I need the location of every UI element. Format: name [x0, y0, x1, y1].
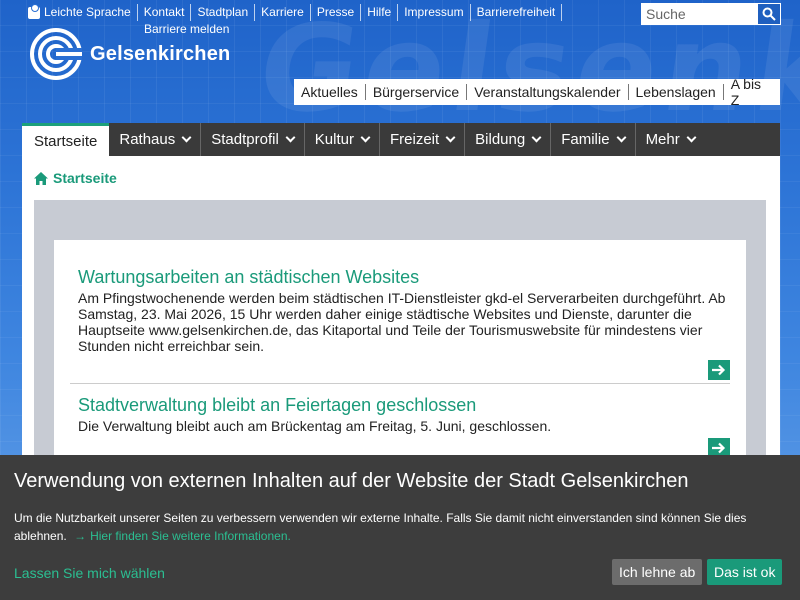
- service-nav: Aktuelles Bürgerservice Veranstaltungska…: [294, 76, 780, 108]
- tab-startseite[interactable]: Startseite: [22, 123, 110, 156]
- cookie-choose-link[interactable]: Lassen Sie mich wählen: [14, 565, 165, 581]
- news-text: Am Pfingstwochenende werden beim städtis…: [78, 290, 726, 354]
- tab-familie[interactable]: Familie: [551, 123, 636, 156]
- meta-link-leichte-sprache[interactable]: Leichte Sprache: [28, 3, 138, 21]
- tab-rathaus[interactable]: Rathaus: [109, 123, 202, 156]
- service-link-lebenslagen[interactable]: Lebenslagen: [629, 84, 724, 100]
- tab-bildung[interactable]: Bildung: [465, 123, 552, 156]
- chevron-down-icon: [686, 132, 697, 143]
- logo-text: Gelsenkirchen: [90, 42, 231, 65]
- search-input[interactable]: [642, 4, 758, 24]
- cookie-more-label: Hier finden Sie weitere Informationen.: [90, 529, 291, 543]
- main-nav: Startseite Rathaus Stadtprofil Kultur Fr…: [22, 123, 780, 156]
- tab-label: Mehr: [645, 131, 680, 148]
- meta-link-barrierefreiheit[interactable]: Barrierefreiheit: [471, 4, 563, 21]
- news-text: Die Verwaltung bleibt auch am Brückentag…: [78, 418, 552, 434]
- service-link-veranstaltungskalender[interactable]: Veranstaltungskalender: [467, 84, 629, 100]
- chevron-down-icon: [445, 132, 456, 143]
- cookie-title: Verwendung von externen Inhalten auf der…: [14, 470, 689, 492]
- chevron-down-icon: [285, 132, 296, 143]
- chevron-down-icon: [531, 132, 542, 143]
- breadcrumb-label: Startseite: [53, 170, 117, 186]
- search-icon: [762, 7, 776, 21]
- cookie-reject-button[interactable]: Ich lehne ab: [612, 559, 703, 585]
- tab-label: Stadtprofil: [211, 131, 279, 148]
- home-icon: [34, 171, 48, 185]
- news-title[interactable]: Stadtverwaltung bleibt an Feiertagen ges…: [78, 394, 734, 416]
- meta-link-kontakt[interactable]: Kontakt: [138, 4, 192, 21]
- news-divider: [70, 383, 730, 384]
- meta-link-karriere[interactable]: Karriere: [255, 4, 311, 21]
- tab-kultur[interactable]: Kultur: [305, 123, 380, 156]
- chevron-down-icon: [181, 132, 192, 143]
- arrow-right-icon: →: [74, 529, 87, 543]
- tab-label: Freizeit: [389, 131, 440, 148]
- service-link-aktuelles[interactable]: Aktuelles: [294, 84, 366, 100]
- cookie-accept-button[interactable]: Das ist ok: [707, 559, 783, 585]
- meta-link-stadtplan[interactable]: Stadtplan: [191, 4, 256, 21]
- site-logo[interactable]: Gelsenkirchen: [30, 28, 230, 80]
- cookie-more-link[interactable]: → Hier finden Sie weitere Informationen.: [74, 529, 291, 543]
- chevron-down-icon: [616, 132, 627, 143]
- news-item: Stadtverwaltung bleibt an Feiertagen ges…: [78, 394, 734, 434]
- main-content: Startseite Wartungsarbeiten an städtisch…: [22, 156, 780, 458]
- meta-link-hilfe[interactable]: Hilfe: [361, 4, 399, 21]
- tab-label: Kultur: [314, 131, 354, 148]
- tab-label: Familie: [561, 131, 610, 148]
- tab-label: Rathaus: [119, 131, 176, 148]
- breadcrumb[interactable]: Startseite: [34, 170, 117, 186]
- search-button[interactable]: [758, 4, 780, 24]
- gelsenkirchen-logo-icon: [30, 28, 82, 80]
- tab-freizeit[interactable]: Freizeit: [380, 123, 466, 156]
- news-item: Wartungsarbeiten an städtischen Websites…: [78, 266, 734, 354]
- arrow-right-icon: [712, 364, 726, 376]
- meta-link-presse[interactable]: Presse: [311, 4, 362, 21]
- tab-stadtprofil[interactable]: Stadtprofil: [201, 123, 305, 156]
- chevron-down-icon: [360, 132, 371, 143]
- service-link-a-bis-z[interactable]: A bis Z: [724, 76, 780, 108]
- tab-label: Bildung: [475, 131, 526, 148]
- news-list: Wartungsarbeiten an städtischen Websites…: [54, 240, 746, 458]
- meta-link-label: Leichte Sprache: [44, 5, 131, 19]
- tab-label: Startseite: [34, 132, 98, 150]
- person-reading-icon: [28, 3, 40, 19]
- cookie-text-block: Um die Nutzbarkeit unserer Seiten zu ver…: [14, 509, 784, 545]
- service-link-buergerservice[interactable]: Bürgerservice: [366, 84, 468, 100]
- search-box: [641, 3, 781, 25]
- arrow-right-icon: [712, 442, 726, 454]
- tab-mehr[interactable]: Mehr: [636, 123, 705, 156]
- news-more-button[interactable]: [708, 360, 730, 380]
- news-title[interactable]: Wartungsarbeiten an städtischen Websites: [78, 266, 734, 288]
- meta-link-impressum[interactable]: Impressum: [398, 4, 471, 21]
- news-panel: Wartungsarbeiten an städtischen Websites…: [34, 200, 766, 458]
- cookie-banner: Verwendung von externen Inhalten auf der…: [0, 455, 800, 600]
